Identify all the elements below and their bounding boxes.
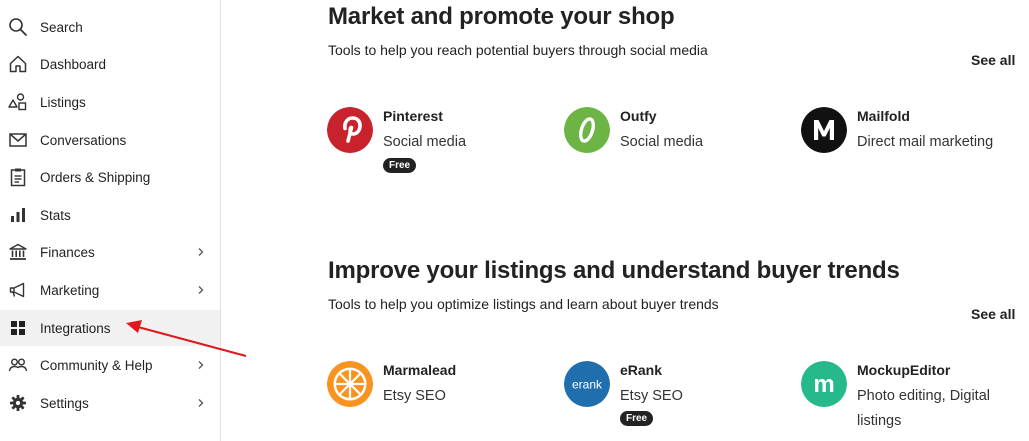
- sidebar-item-search[interactable]: Search: [0, 9, 220, 45]
- sidebar-item-label: Orders & Shipping: [40, 169, 151, 185]
- mockupeditor-logo-icon: m: [801, 361, 847, 407]
- see-all-link[interactable]: See all: [971, 52, 1015, 68]
- sidebar-item-label: Finances: [40, 244, 95, 260]
- bar-chart-icon: [8, 205, 28, 225]
- app-name: Mailfold: [857, 108, 910, 124]
- app-name: Marmalead: [383, 362, 457, 378]
- mail-icon: [8, 130, 28, 150]
- app-category: Social media: [383, 134, 467, 150]
- pinterest-logo-icon: [327, 107, 373, 153]
- app-category: Etsy SEO: [383, 388, 446, 404]
- sidebar-item-label: Dashboard: [40, 56, 107, 72]
- section-title: Improve your listings and understand buy…: [328, 257, 900, 284]
- bank-icon: [8, 242, 28, 262]
- sidebar-item-label: Listings: [40, 94, 86, 110]
- sidebar-item-integrations[interactable]: Integrations: [0, 310, 220, 346]
- marmalead-logo-icon: [327, 361, 373, 407]
- sidebar-item-listings[interactable]: Listings: [0, 84, 220, 120]
- app-name: Outfy: [620, 108, 657, 124]
- erank-logo-icon: erank: [564, 361, 610, 407]
- sidebar-item-marketing[interactable]: Marketing: [0, 272, 220, 308]
- chevron-right-icon: [196, 247, 206, 257]
- sidebar-item-stats[interactable]: Stats: [0, 197, 220, 233]
- megaphone-icon: [8, 280, 28, 300]
- app-category: Etsy SEO: [620, 388, 683, 404]
- section-title: Market and promote your shop: [328, 3, 675, 30]
- grid-icon: [8, 318, 28, 338]
- sidebar-item-finances[interactable]: Finances: [0, 234, 220, 270]
- outfy-logo-icon: [564, 107, 610, 153]
- sidebar-item-settings[interactable]: Settings: [0, 385, 220, 421]
- sidebar-item-dashboard[interactable]: Dashboard: [0, 46, 220, 82]
- see-all-link[interactable]: See all: [971, 306, 1015, 322]
- app-category: Direct mail marketing: [857, 134, 994, 150]
- sidebar-item-label: Community & Help: [40, 357, 153, 373]
- mailfold-logo-icon: [801, 107, 847, 153]
- app-name: MockupEditor: [857, 362, 951, 378]
- shapes-icon: [8, 92, 28, 112]
- app-category: Photo editing, Digital listings: [857, 388, 990, 429]
- free-badge: Free: [620, 411, 654, 426]
- sidebar-item-conversations[interactable]: Conversations: [0, 122, 220, 158]
- sidebar-item-label: Conversations: [40, 132, 127, 148]
- home-icon: [8, 54, 28, 74]
- section-subtitle: Tools to help you optimize listings and …: [328, 296, 719, 312]
- sidebar-item-label: Stats: [40, 207, 71, 223]
- clipboard-icon: [8, 167, 28, 187]
- mockupeditor-logo-text: m: [813, 371, 834, 398]
- sidebar-item-community-help[interactable]: Community & Help: [0, 347, 220, 383]
- app-name: Pinterest: [383, 108, 443, 124]
- app-category: Social media: [620, 134, 704, 150]
- sidebar-item-label: Integrations: [40, 320, 111, 336]
- chevron-right-icon: [196, 398, 206, 408]
- app-name: eRank: [620, 362, 663, 378]
- gear-icon: [8, 393, 28, 413]
- sidebar-item-label: Search: [40, 19, 83, 35]
- people-icon: [8, 355, 28, 375]
- section-subtitle: Tools to help you reach potential buyers…: [328, 42, 708, 58]
- search-icon: [8, 17, 28, 37]
- sidebar: Search Dashboard Listings Conversations …: [0, 0, 221, 441]
- sidebar-item-label: Marketing: [40, 282, 100, 298]
- sidebar-item-label: Settings: [40, 395, 89, 411]
- erank-logo-text: erank: [572, 378, 603, 392]
- sidebar-item-orders-shipping[interactable]: Orders & Shipping: [0, 159, 220, 195]
- chevron-right-icon: [196, 360, 206, 370]
- chevron-right-icon: [196, 285, 206, 295]
- free-badge: Free: [383, 158, 417, 173]
